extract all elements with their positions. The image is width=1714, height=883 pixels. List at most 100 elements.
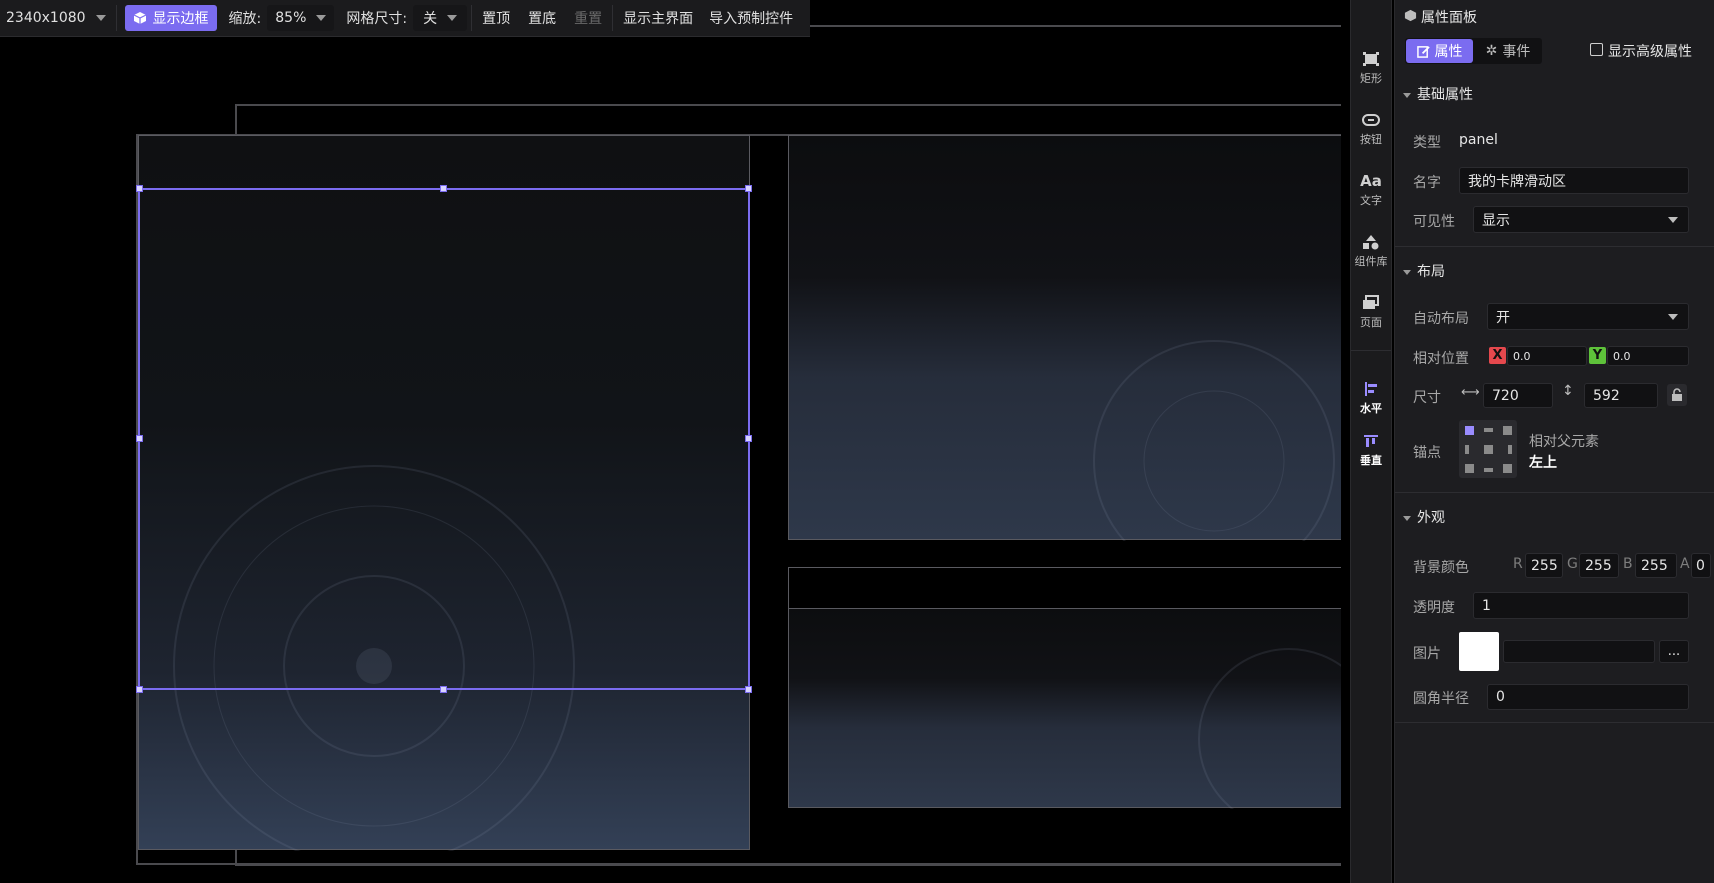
grid-size-label: 网格尺寸: bbox=[346, 11, 408, 27]
cube-icon bbox=[133, 12, 146, 24]
right-top-panel[interactable] bbox=[788, 135, 1341, 541]
align-vertical[interactable]: 垂直 bbox=[1351, 432, 1391, 468]
anchor-top[interactable] bbox=[1484, 428, 1493, 432]
design-canvas[interactable] bbox=[0, 37, 1341, 883]
anchor-left[interactable] bbox=[1465, 445, 1469, 454]
radius-label: 圆角半径 bbox=[1413, 691, 1469, 707]
type-label: 类型 bbox=[1413, 135, 1441, 151]
tool-library[interactable]: 组件库 bbox=[1351, 233, 1391, 269]
anchor-value: 左上 bbox=[1529, 455, 1557, 471]
b-input[interactable]: 255 bbox=[1635, 553, 1677, 578]
anchor-bottom-left[interactable] bbox=[1465, 464, 1474, 473]
lock-icon[interactable] bbox=[1667, 384, 1687, 406]
tool-page[interactable]: 页面 bbox=[1351, 294, 1391, 330]
tab-properties[interactable]: 属性 bbox=[1406, 39, 1473, 63]
radius-input[interactable]: 0 bbox=[1487, 684, 1689, 710]
resize-handle-br[interactable] bbox=[745, 686, 752, 693]
g-input[interactable]: 255 bbox=[1579, 553, 1619, 578]
padlock-icon bbox=[1672, 388, 1682, 401]
show-border-toggle[interactable]: 显示边框 bbox=[124, 5, 217, 31]
toolbar-divider bbox=[471, 5, 473, 31]
anchor-grid[interactable] bbox=[1459, 420, 1517, 478]
section-divider bbox=[1395, 492, 1714, 493]
basic-section-title: 基础属性 bbox=[1417, 87, 1473, 103]
x-input[interactable]: 0.0 bbox=[1507, 346, 1587, 366]
image-preview[interactable] bbox=[1459, 632, 1499, 671]
chevron-down-icon bbox=[1403, 92, 1411, 98]
resize-handle-l[interactable] bbox=[136, 435, 143, 442]
resize-handle-t[interactable] bbox=[440, 185, 447, 192]
image-browse-button[interactable]: ... bbox=[1659, 640, 1689, 663]
auto-layout-select[interactable]: 开 bbox=[1487, 303, 1689, 330]
radius-value: 0 bbox=[1496, 689, 1505, 705]
resize-handle-b[interactable] bbox=[440, 686, 447, 693]
anchor-bottom[interactable] bbox=[1484, 468, 1493, 472]
decorative-pattern bbox=[1093, 340, 1335, 541]
auto-layout-value: 开 bbox=[1496, 309, 1510, 326]
image-browse-label: ... bbox=[1667, 644, 1681, 659]
resize-handle-r[interactable] bbox=[745, 435, 752, 442]
resize-handle-bl[interactable] bbox=[136, 686, 143, 693]
anchor-right[interactable] bbox=[1508, 445, 1512, 454]
visibility-select[interactable]: 显示 bbox=[1473, 206, 1689, 233]
grid-size-dropdown[interactable]: 关 bbox=[413, 5, 468, 31]
position-label: 相对位置 bbox=[1413, 351, 1469, 367]
send-to-bottom-button[interactable]: 置底 bbox=[522, 5, 562, 31]
r-value: 255 bbox=[1531, 557, 1558, 574]
bring-to-top-button[interactable]: 置顶 bbox=[476, 5, 516, 31]
width-input[interactable]: 720 bbox=[1483, 383, 1553, 408]
chevron-down-icon bbox=[316, 15, 327, 21]
right-bottom-panel[interactable] bbox=[788, 608, 1341, 809]
import-prefab-button[interactable]: 导入预制控件 bbox=[703, 5, 799, 31]
opacity-label: 透明度 bbox=[1413, 600, 1455, 616]
text-icon: Aa bbox=[1360, 172, 1382, 190]
canvas-top-border bbox=[810, 25, 1341, 27]
resolution-value: 2340x1080 bbox=[6, 10, 86, 26]
tab-events[interactable]: ✲ 事件 bbox=[1475, 39, 1541, 63]
tool-button-label: 按钮 bbox=[1360, 133, 1382, 146]
anchor-relative-label: 相对父元素 bbox=[1529, 434, 1599, 450]
layout-section-header[interactable]: 布局 bbox=[1403, 261, 1445, 281]
show-main-ui-button[interactable]: 显示主界面 bbox=[617, 5, 699, 31]
resize-handle-tr[interactable] bbox=[745, 185, 752, 192]
reset-button[interactable]: 重置 bbox=[568, 5, 608, 31]
advanced-checkbox[interactable] bbox=[1590, 43, 1603, 56]
resize-handle-tl[interactable] bbox=[136, 185, 143, 192]
chevron-down-icon bbox=[1668, 216, 1678, 223]
selection-box[interactable] bbox=[138, 188, 750, 690]
name-input[interactable]: 我的卡牌滑动区 bbox=[1459, 167, 1689, 194]
tool-divider bbox=[1351, 350, 1391, 351]
edit-icon bbox=[1416, 45, 1430, 58]
appearance-section-header[interactable]: 外观 bbox=[1403, 507, 1445, 527]
anchor-top-left[interactable] bbox=[1465, 426, 1474, 435]
section-divider bbox=[1395, 722, 1714, 723]
width-icon: ⟷ bbox=[1461, 385, 1480, 400]
appearance-section-title: 外观 bbox=[1417, 510, 1445, 526]
r-input[interactable]: 255 bbox=[1525, 553, 1563, 578]
resolution-dropdown[interactable]: 2340x1080 bbox=[0, 5, 112, 31]
a-input[interactable]: 0 bbox=[1691, 553, 1711, 578]
rectangle-icon bbox=[1363, 52, 1379, 66]
zoom-dropdown[interactable]: 85% bbox=[267, 5, 335, 31]
anchor-top-right[interactable] bbox=[1503, 426, 1512, 435]
tool-text[interactable]: Aa 文字 bbox=[1351, 172, 1391, 208]
b-label: B bbox=[1623, 556, 1633, 572]
section-divider bbox=[1395, 246, 1714, 247]
y-badge-label: Y bbox=[1592, 348, 1603, 363]
align-horizontal-icon bbox=[1365, 382, 1377, 396]
toolbar-divider bbox=[612, 5, 614, 31]
y-input[interactable]: 0.0 bbox=[1607, 346, 1689, 366]
opacity-input[interactable]: 1 bbox=[1473, 592, 1689, 619]
basic-section-header[interactable]: 基础属性 bbox=[1403, 84, 1473, 104]
height-input[interactable]: 592 bbox=[1584, 383, 1658, 408]
image-path-input[interactable] bbox=[1503, 640, 1655, 663]
align-horizontal[interactable]: 水平 bbox=[1351, 380, 1391, 416]
tool-button[interactable]: 按钮 bbox=[1351, 111, 1391, 147]
tool-rect[interactable]: 矩形 bbox=[1351, 50, 1391, 86]
anchor-bottom-right[interactable] bbox=[1503, 464, 1512, 473]
tool-rect-label: 矩形 bbox=[1360, 72, 1382, 85]
anchor-center[interactable] bbox=[1484, 445, 1493, 454]
zoom-label: 缩放: bbox=[228, 11, 262, 27]
zoom-value: 85% bbox=[275, 10, 307, 26]
top-toolbar: 2340x1080 显示边框 缩放: 85% 网格尺寸: 关 置顶 置底 重置 … bbox=[0, 0, 810, 37]
